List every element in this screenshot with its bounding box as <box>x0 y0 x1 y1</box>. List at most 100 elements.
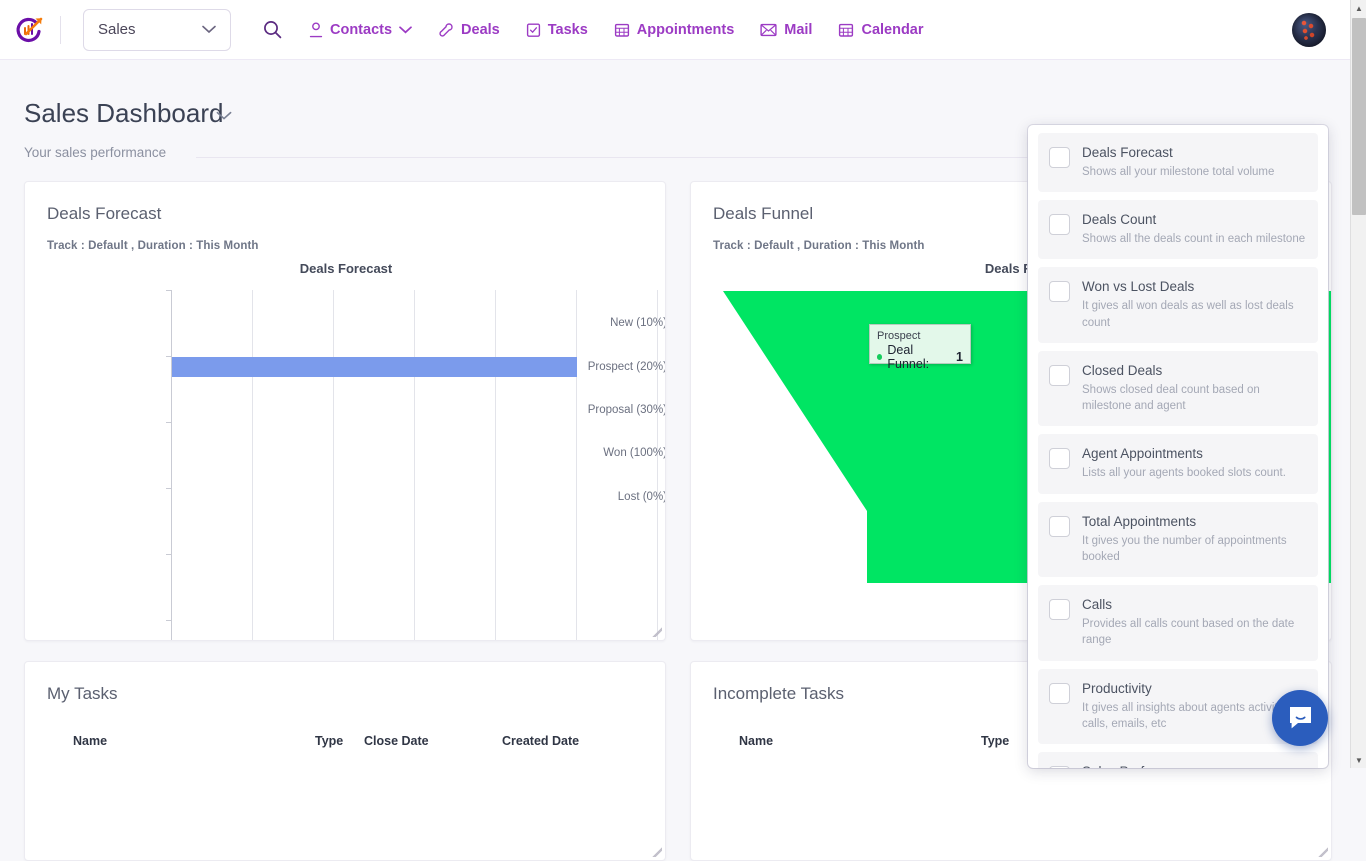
report-title: Closed Deals <box>1082 363 1306 380</box>
scroll-down-arrow-icon[interactable]: ▼ <box>1351 752 1366 768</box>
add-reports-dropdown-panel: Deals Forecast Shows all your milestone … <box>1028 125 1328 768</box>
column-header-type[interactable]: Type <box>981 734 1009 748</box>
module-select-sales[interactable]: Sales <box>83 9 231 51</box>
search-icon[interactable] <box>257 15 287 45</box>
report-option-agent-appointments[interactable]: Agent Appointments Lists all your agents… <box>1038 434 1318 493</box>
nav-item-tasks[interactable]: Tasks <box>526 22 588 38</box>
gridline <box>414 290 415 641</box>
report-option-sales-performance[interactable]: Sales Performance <box>1038 752 1318 768</box>
y-tick <box>166 620 171 621</box>
chat-bubble-icon[interactable] <box>1272 690 1328 746</box>
nav-item-appointments[interactable]: Appointments <box>614 22 734 38</box>
chevron-down-icon <box>399 22 412 38</box>
tooltip-series-label: Deal Funnel: <box>887 343 951 371</box>
nav-label: Tasks <box>548 22 588 38</box>
report-title: Deals Forecast <box>1082 145 1274 162</box>
tooltip-value: 1 <box>956 350 963 364</box>
y-axis-label: New (10%) <box>531 317 666 329</box>
avatar[interactable] <box>1292 13 1326 47</box>
panel-resize-handle[interactable] <box>646 621 662 637</box>
report-title: Won vs Lost Deals <box>1082 279 1306 296</box>
report-description: Shows all your milestone total volume <box>1082 164 1274 180</box>
column-header-name[interactable]: Name <box>739 734 773 748</box>
nav-divider <box>60 16 61 44</box>
scroll-up-arrow-icon[interactable]: ▲ <box>1351 0 1366 16</box>
page-subtitle: Your sales performance <box>24 145 166 160</box>
report-description: It gives all won deals as well as lost d… <box>1082 298 1306 331</box>
report-description: Shows closed deal count based on milesto… <box>1082 382 1306 415</box>
nav-item-contacts[interactable]: Contacts <box>309 22 412 38</box>
page-scrollbar[interactable]: ▲ ▼ <box>1350 0 1366 768</box>
panel-deals-forecast: Deals Forecast Track : Default , Duratio… <box>24 181 666 641</box>
gridline <box>657 290 658 641</box>
report-option-deals-forecast[interactable]: Deals Forecast Shows all your milestone … <box>1038 133 1318 192</box>
nav-label: Contacts <box>330 22 392 38</box>
task-clipboard-icon <box>526 22 541 38</box>
gridline <box>495 290 496 641</box>
company-logo-icon[interactable] <box>12 12 48 48</box>
top-navigation-bar: Sales Contacts Deals <box>0 0 1350 60</box>
panel-my-tasks: My Tasks Name Type Close Date Created Da… <box>24 661 666 861</box>
appointments-calendar-icon <box>614 22 630 38</box>
report-option-won-vs-lost-deals[interactable]: Won vs Lost Deals It gives all won deals… <box>1038 267 1318 343</box>
nav-label: Mail <box>784 22 812 38</box>
calendar-icon <box>838 22 854 38</box>
report-title: Sales Performance <box>1082 764 1197 768</box>
report-title: Productivity <box>1082 681 1306 698</box>
page-title-chevron-down-icon[interactable] <box>216 108 232 125</box>
nav-label: Calendar <box>861 22 923 38</box>
panel-resize-handle[interactable] <box>646 841 662 857</box>
report-title: Deals Count <box>1082 212 1305 229</box>
report-checkbox[interactable] <box>1049 147 1070 168</box>
page-title: Sales Dashboard <box>24 98 223 129</box>
y-tick <box>166 356 171 357</box>
report-checkbox[interactable] <box>1049 516 1070 537</box>
report-title: Agent Appointments <box>1082 446 1286 463</box>
report-checkbox[interactable] <box>1049 599 1070 620</box>
y-axis <box>171 290 172 641</box>
nav-item-mail[interactable]: Mail <box>760 22 812 38</box>
nav-item-calendar[interactable]: Calendar <box>838 22 923 38</box>
report-checkbox[interactable] <box>1049 214 1070 235</box>
nav-label: Deals <box>461 22 500 38</box>
funnel-tooltip: Prospect Deal Funnel: 1 <box>869 324 971 364</box>
panel-title: My Tasks <box>47 684 118 704</box>
report-description: Provides all calls count based on the da… <box>1082 616 1306 649</box>
report-option-deals-count[interactable]: Deals Count Shows all the deals count in… <box>1038 200 1318 259</box>
y-tick <box>166 422 171 423</box>
y-axis-label: Proposal (30%) <box>531 404 666 416</box>
tooltip-value-row: Deal Funnel: 1 <box>877 343 963 371</box>
gridline <box>333 290 334 641</box>
column-header-close-date[interactable]: Close Date <box>364 734 429 748</box>
report-checkbox[interactable] <box>1049 683 1070 704</box>
column-header-name[interactable]: Name <box>73 734 107 748</box>
column-header-type[interactable]: Type <box>315 734 343 748</box>
report-description: Shows all the deals count in each milest… <box>1082 231 1305 247</box>
report-description: Lists all your agents booked slots count… <box>1082 465 1286 481</box>
panel-title: Incomplete Tasks <box>713 684 844 704</box>
forecast-plot-area: New (10%) Prospect (20%) Proposal (30%) … <box>25 182 666 641</box>
panel-resize-handle[interactable] <box>1312 841 1328 857</box>
nav-item-deals[interactable]: Deals <box>438 22 500 38</box>
report-title: Calls <box>1082 597 1306 614</box>
scrollbar-thumb[interactable] <box>1352 18 1366 215</box>
report-option-calls[interactable]: Calls Provides all calls count based on … <box>1038 585 1318 661</box>
deal-tag-icon <box>438 22 454 38</box>
mail-envelope-icon <box>760 23 777 37</box>
tooltip-series-dot-icon <box>877 354 882 360</box>
y-tick <box>166 554 171 555</box>
contact-person-icon <box>309 22 323 38</box>
report-option-total-appointments[interactable]: Total Appointments It gives you the numb… <box>1038 502 1318 578</box>
report-checkbox[interactable] <box>1049 365 1070 386</box>
tooltip-category: Prospect <box>877 330 963 342</box>
report-checkbox[interactable] <box>1049 448 1070 469</box>
report-checkbox[interactable] <box>1049 281 1070 302</box>
panel-title: Deals Funnel <box>713 204 813 224</box>
report-description: It gives you the number of appointments … <box>1082 533 1306 566</box>
gridline <box>576 290 577 641</box>
panel-meta: Track : Default , Duration : This Month <box>713 240 925 252</box>
column-header-created-date[interactable]: Created Date <box>502 734 579 748</box>
nav-label: Appointments <box>637 22 734 38</box>
bar-prospect[interactable] <box>172 357 577 377</box>
report-option-closed-deals[interactable]: Closed Deals Shows closed deal count bas… <box>1038 351 1318 427</box>
